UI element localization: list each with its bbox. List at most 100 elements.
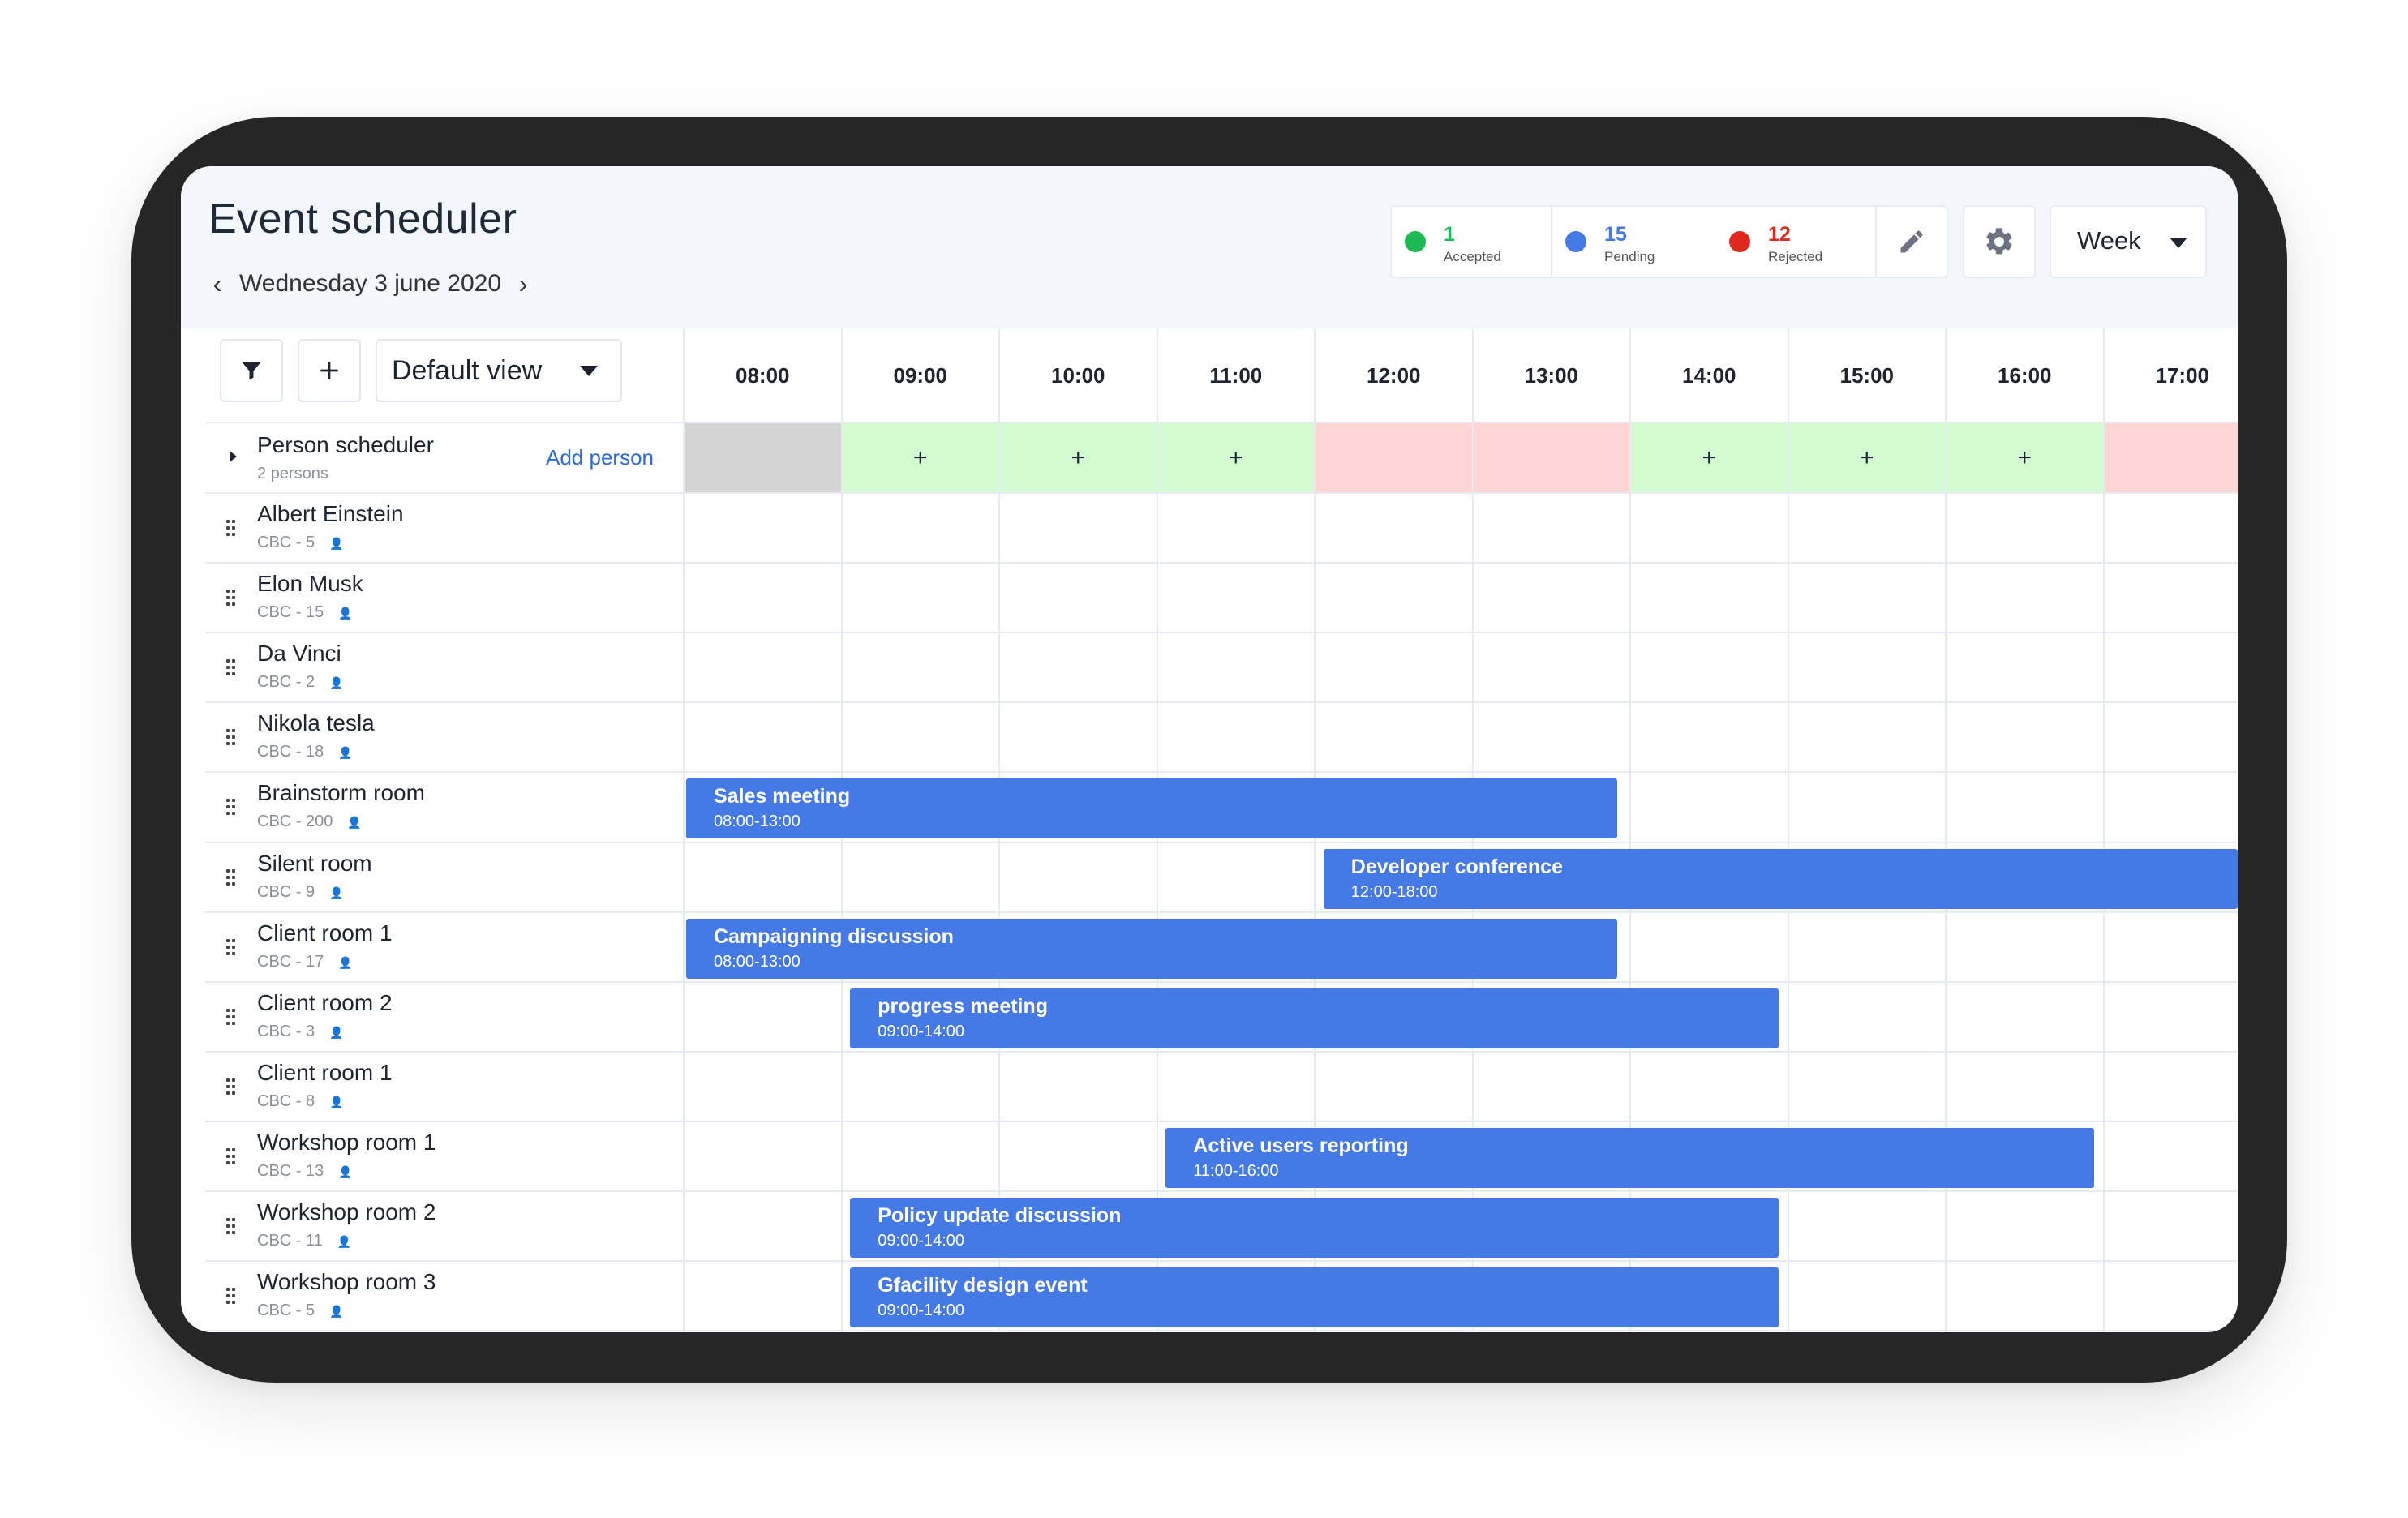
- person-icon: 👤: [338, 746, 353, 760]
- grid-row-line: [205, 632, 2238, 634]
- grid-row-line: [205, 1260, 2238, 1263]
- person-scheduler-row: Person scheduler 2 persons Add person: [205, 422, 684, 493]
- top-bar: Event scheduler ‹ Wednesday 3 june 2020 …: [181, 166, 2238, 328]
- resource-code-text: CBC - 3: [257, 1022, 315, 1040]
- resource-code-text: CBC - 15: [257, 603, 324, 622]
- person-icon: 👤: [329, 1025, 344, 1039]
- hour-header: 16:00: [1998, 362, 2052, 388]
- availability-cell-open[interactable]: +: [1788, 422, 1946, 493]
- availability-cell-open[interactable]: +: [1630, 422, 1788, 493]
- event-title: Policy update discussion: [878, 1204, 1122, 1227]
- app-window: Event scheduler ‹ Wednesday 3 june 2020 …: [181, 166, 2238, 1332]
- hour-header: 11:00: [1209, 362, 1263, 388]
- settings-button[interactable]: [1963, 205, 2036, 278]
- expand-icon[interactable]: [230, 451, 237, 462]
- pending-count: 15: [1604, 223, 1627, 246]
- add-person-link[interactable]: Add person: [546, 445, 654, 470]
- hour-header: 09:00: [893, 362, 948, 388]
- resource-code-text: CBC - 200: [257, 813, 333, 831]
- view-select[interactable]: Default view: [376, 339, 622, 402]
- resource-name: Silent room: [257, 850, 372, 876]
- resource-code: CBC - 13 👤: [257, 1162, 353, 1181]
- person-icon: 👤: [338, 1164, 353, 1178]
- resource-name: Workshop room 1: [257, 1129, 436, 1155]
- event-block[interactable]: progress meeting 09:00-14:00: [850, 988, 1779, 1048]
- grid-row-line: [205, 980, 2238, 983]
- resource-name: Workshop room 2: [257, 1199, 436, 1224]
- resource-name: Elon Musk: [257, 571, 363, 597]
- drag-handle-icon[interactable]: [226, 659, 238, 677]
- caret-down-icon: [2170, 238, 2187, 248]
- person-icon: 👤: [329, 537, 344, 550]
- resource-code: CBC - 18 👤: [257, 743, 353, 761]
- event-block[interactable]: Developer conference 12:00-18:00: [1323, 848, 2238, 909]
- accepted-count: 1: [1444, 223, 1455, 246]
- person-scheduler-title: Person scheduler: [257, 432, 434, 457]
- grid-column-line: [2102, 328, 2105, 1332]
- grid-row-line: [205, 1330, 2238, 1332]
- resource-code: CBC - 17 👤: [257, 953, 353, 971]
- gear-icon: [1986, 228, 2012, 255]
- drag-handle-icon[interactable]: [226, 520, 238, 538]
- edit-button[interactable]: [1875, 205, 1948, 278]
- availability-cell-busy: [2103, 422, 2238, 493]
- resource-name: Client room 2: [257, 989, 393, 1015]
- date-navigator: ‹ Wednesday 3 june 2020 ›: [207, 265, 534, 302]
- resource-name: Client room 1: [257, 920, 393, 946]
- event-block[interactable]: Campaigning discussion 08:00-13:00: [686, 918, 1618, 979]
- view-select-value: Default view: [392, 355, 543, 386]
- availability-cell-open[interactable]: +: [1157, 422, 1315, 493]
- grid-row-line: [205, 1050, 2238, 1053]
- add-button[interactable]: [298, 339, 361, 402]
- event-block[interactable]: Active users reporting 11:00-16:00: [1165, 1127, 2094, 1188]
- resource-code-text: CBC - 18: [257, 743, 324, 761]
- resource-code-text: CBC - 11: [257, 1232, 323, 1250]
- event-title: Gfacility design event: [878, 1274, 1088, 1297]
- pending-label: Pending: [1604, 249, 1655, 264]
- drag-handle-icon[interactable]: [226, 1078, 238, 1096]
- person-icon: 👤: [337, 1235, 352, 1248]
- drag-handle-icon[interactable]: [226, 1147, 238, 1166]
- person-scheduler-count: 2 persons: [257, 465, 328, 482]
- resource-code: CBC - 2 👤: [257, 673, 344, 692]
- accepted-label: Accepted: [1444, 249, 1501, 264]
- availability-cell-open[interactable]: +: [1946, 422, 2104, 493]
- drag-handle-icon[interactable]: [226, 799, 238, 817]
- grid-row-line: [205, 841, 2238, 843]
- drag-handle-icon[interactable]: [226, 590, 238, 607]
- rejected-count: 12: [1768, 223, 1791, 246]
- event-block[interactable]: Sales meeting 08:00-13:00: [686, 778, 1618, 839]
- drag-handle-icon[interactable]: [226, 729, 238, 747]
- filter-button[interactable]: [220, 339, 283, 402]
- caret-down-icon: [580, 366, 598, 376]
- availability-cell-open[interactable]: +: [841, 422, 999, 493]
- chevron-left-icon[interactable]: ‹: [207, 269, 228, 299]
- resource-code-text: CBC - 17: [257, 952, 324, 971]
- resource-code-text: CBC - 9: [257, 882, 315, 901]
- resource-name: Nikola tesla: [257, 710, 375, 736]
- status-pending[interactable]: 15 Pending: [1552, 207, 1711, 277]
- drag-handle-icon[interactable]: [226, 1008, 238, 1027]
- person-icon: 👤: [338, 607, 353, 620]
- status-rejected[interactable]: 12 Rejected: [1716, 207, 1875, 277]
- drag-handle-icon[interactable]: [226, 1218, 238, 1236]
- person-icon: 👤: [329, 886, 344, 899]
- event-title: Active users reporting: [1193, 1134, 1409, 1157]
- hour-header: 14:00: [1682, 362, 1736, 388]
- drag-handle-icon[interactable]: [226, 1288, 238, 1306]
- resource-name: Workshop room 3: [257, 1269, 436, 1295]
- rejected-dot-icon: [1729, 231, 1750, 252]
- drag-handle-icon[interactable]: [226, 868, 238, 887]
- chevron-right-icon[interactable]: ›: [513, 269, 534, 299]
- availability-cell-open[interactable]: +: [999, 422, 1157, 493]
- resource-code-text: CBC - 5: [257, 534, 315, 551]
- resource-code: CBC - 5 👤: [257, 534, 344, 552]
- status-accepted[interactable]: 1 Accepted: [1392, 207, 1551, 277]
- event-block[interactable]: Gfacility design event 09:00-14:00: [850, 1267, 1779, 1328]
- resource-name: Albert Einstein: [257, 501, 404, 526]
- range-select[interactable]: Week: [2050, 205, 2207, 278]
- resource-code: CBC - 11 👤: [257, 1232, 351, 1250]
- event-block[interactable]: Policy update discussion 09:00-14:00: [850, 1198, 1779, 1258]
- plus-icon: [320, 362, 338, 380]
- drag-handle-icon[interactable]: [226, 938, 238, 957]
